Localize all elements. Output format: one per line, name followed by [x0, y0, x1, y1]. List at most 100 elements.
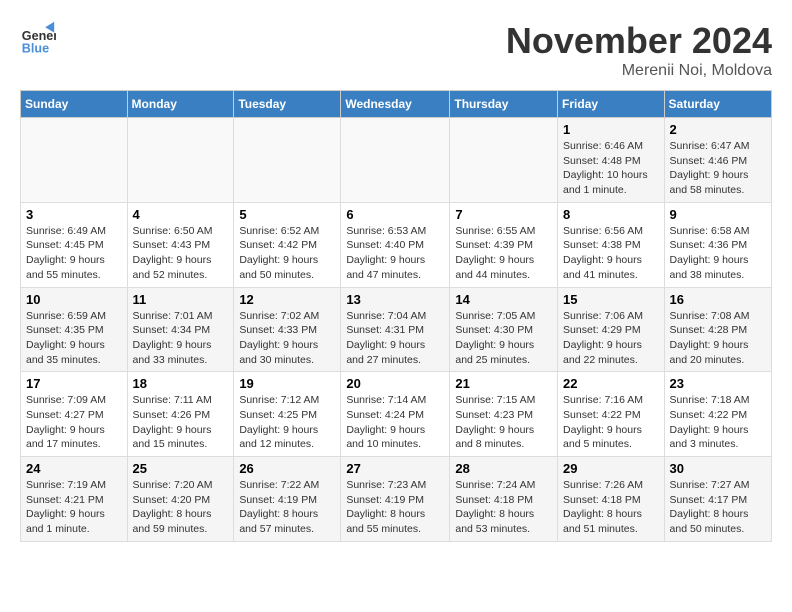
day-number: 30	[670, 461, 766, 476]
logo: General Blue	[20, 20, 56, 56]
logo-icon: General Blue	[20, 20, 56, 56]
calendar-cell: 25 Sunrise: 7:20 AM Sunset: 4:20 PM Dayli…	[127, 457, 234, 542]
day-number: 12	[239, 292, 335, 307]
calendar-cell: 20 Sunrise: 7:14 AM Sunset: 4:24 PM Dayli…	[341, 372, 450, 457]
month-title: November 2024	[506, 20, 772, 62]
day-number: 13	[346, 292, 444, 307]
day-number: 11	[133, 292, 229, 307]
calendar-cell: 3 Sunrise: 6:49 AM Sunset: 4:45 PM Daylig…	[21, 202, 128, 287]
calendar-cell: 1 Sunrise: 6:46 AM Sunset: 4:48 PM Daylig…	[558, 118, 665, 203]
day-number: 8	[563, 207, 659, 222]
day-info: Sunrise: 7:09 AM Sunset: 4:27 PM Dayligh…	[26, 393, 122, 452]
day-info: Sunrise: 6:49 AM Sunset: 4:45 PM Dayligh…	[26, 224, 122, 283]
calendar-cell: 22Sunrise: 7:16 AM Sunset: 4:22 PM Dayli…	[558, 372, 665, 457]
calendar-week-row: 1 Sunrise: 6:46 AM Sunset: 4:48 PM Daylig…	[21, 118, 772, 203]
page-header: General Blue November 2024 Merenii Noi, …	[20, 20, 772, 80]
day-info: Sunrise: 7:16 AM Sunset: 4:22 PM Dayligh…	[563, 393, 659, 452]
calendar-week-row: 10 Sunrise: 6:59 AM Sunset: 4:35 PM Dayli…	[21, 287, 772, 372]
calendar-cell: 4 Sunrise: 6:50 AM Sunset: 4:43 PM Daylig…	[127, 202, 234, 287]
day-number: 2	[670, 122, 766, 137]
day-number: 1	[563, 122, 659, 137]
day-info: Sunrise: 7:18 AM Sunset: 4:22 PM Dayligh…	[670, 393, 766, 452]
calendar-cell: 9 Sunrise: 6:58 AM Sunset: 4:36 PM Daylig…	[664, 202, 771, 287]
calendar-cell: 5 Sunrise: 6:52 AM Sunset: 4:42 PM Daylig…	[234, 202, 341, 287]
calendar-cell: 28Sunrise: 7:24 AM Sunset: 4:18 PM Dayli…	[450, 457, 558, 542]
day-info: Sunrise: 7:27 AM Sunset: 4:17 PM Dayligh…	[670, 478, 766, 537]
day-info: Sunrise: 6:56 AM Sunset: 4:38 PM Dayligh…	[563, 224, 659, 283]
day-number: 3	[26, 207, 122, 222]
calendar-cell: 15 Sunrise: 7:06 AM Sunset: 4:29 PM Dayli…	[558, 287, 665, 372]
calendar-cell: 21Sunrise: 7:15 AM Sunset: 4:23 PM Dayli…	[450, 372, 558, 457]
day-number: 16	[670, 292, 766, 307]
calendar-cell	[450, 118, 558, 203]
day-number: 18	[133, 376, 229, 391]
location-subtitle: Merenii Noi, Moldova	[506, 62, 772, 80]
day-number: 29	[563, 461, 659, 476]
day-number: 27	[346, 461, 444, 476]
calendar-cell: 30 Sunrise: 7:27 AM Sunset: 4:17 PM Dayli…	[664, 457, 771, 542]
calendar-cell: 2 Sunrise: 6:47 AM Sunset: 4:46 PM Daylig…	[664, 118, 771, 203]
day-info: Sunrise: 6:46 AM Sunset: 4:48 PM Dayligh…	[563, 139, 659, 198]
day-info: Sunrise: 7:04 AM Sunset: 4:31 PM Dayligh…	[346, 309, 444, 368]
day-number: 4	[133, 207, 229, 222]
calendar-week-row: 3 Sunrise: 6:49 AM Sunset: 4:45 PM Daylig…	[21, 202, 772, 287]
day-info: Sunrise: 6:59 AM Sunset: 4:35 PM Dayligh…	[26, 309, 122, 368]
calendar-cell: 29 Sunrise: 7:26 AM Sunset: 4:18 PM Dayli…	[558, 457, 665, 542]
day-number: 6	[346, 207, 444, 222]
day-number: 14	[455, 292, 552, 307]
day-info: Sunrise: 6:52 AM Sunset: 4:42 PM Dayligh…	[239, 224, 335, 283]
svg-text:Blue: Blue	[22, 41, 49, 55]
day-number: 9	[670, 207, 766, 222]
calendar-cell: 8 Sunrise: 6:56 AM Sunset: 4:38 PM Daylig…	[558, 202, 665, 287]
day-info: Sunrise: 7:02 AM Sunset: 4:33 PM Dayligh…	[239, 309, 335, 368]
calendar-cell: 10 Sunrise: 6:59 AM Sunset: 4:35 PM Dayli…	[21, 287, 128, 372]
day-number: 10	[26, 292, 122, 307]
calendar-cell: 26Sunrise: 7:22 AM Sunset: 4:19 PM Dayli…	[234, 457, 341, 542]
calendar-week-row: 24 Sunrise: 7:19 AM Sunset: 4:21 PM Dayli…	[21, 457, 772, 542]
day-info: Sunrise: 7:06 AM Sunset: 4:29 PM Dayligh…	[563, 309, 659, 368]
day-info: Sunrise: 7:08 AM Sunset: 4:28 PM Dayligh…	[670, 309, 766, 368]
calendar-cell	[341, 118, 450, 203]
day-info: Sunrise: 6:50 AM Sunset: 4:43 PM Dayligh…	[133, 224, 229, 283]
day-info: Sunrise: 6:53 AM Sunset: 4:40 PM Dayligh…	[346, 224, 444, 283]
weekday-header: Wednesday	[341, 91, 450, 118]
day-info: Sunrise: 7:26 AM Sunset: 4:18 PM Dayligh…	[563, 478, 659, 537]
day-number: 21	[455, 376, 552, 391]
weekday-header: Thursday	[450, 91, 558, 118]
calendar-table: SundayMondayTuesdayWednesdayThursdayFrid…	[20, 90, 772, 542]
weekday-header: Tuesday	[234, 91, 341, 118]
day-info: Sunrise: 7:23 AM Sunset: 4:19 PM Dayligh…	[346, 478, 444, 537]
title-block: November 2024 Merenii Noi, Moldova	[506, 20, 772, 80]
day-info: Sunrise: 7:20 AM Sunset: 4:20 PM Dayligh…	[133, 478, 229, 537]
day-info: Sunrise: 7:05 AM Sunset: 4:30 PM Dayligh…	[455, 309, 552, 368]
day-number: 5	[239, 207, 335, 222]
day-number: 15	[563, 292, 659, 307]
day-number: 20	[346, 376, 444, 391]
day-info: Sunrise: 6:58 AM Sunset: 4:36 PM Dayligh…	[670, 224, 766, 283]
calendar-cell: 13 Sunrise: 7:04 AM Sunset: 4:31 PM Dayli…	[341, 287, 450, 372]
weekday-header: Friday	[558, 91, 665, 118]
calendar-week-row: 17Sunrise: 7:09 AM Sunset: 4:27 PM Dayli…	[21, 372, 772, 457]
calendar-cell: 11 Sunrise: 7:01 AM Sunset: 4:34 PM Dayli…	[127, 287, 234, 372]
day-info: Sunrise: 7:12 AM Sunset: 4:25 PM Dayligh…	[239, 393, 335, 452]
day-number: 24	[26, 461, 122, 476]
weekday-header-row: SundayMondayTuesdayWednesdayThursdayFrid…	[21, 91, 772, 118]
day-info: Sunrise: 6:55 AM Sunset: 4:39 PM Dayligh…	[455, 224, 552, 283]
calendar-cell: 14 Sunrise: 7:05 AM Sunset: 4:30 PM Dayli…	[450, 287, 558, 372]
calendar-cell: 6 Sunrise: 6:53 AM Sunset: 4:40 PM Daylig…	[341, 202, 450, 287]
day-info: Sunrise: 6:47 AM Sunset: 4:46 PM Dayligh…	[670, 139, 766, 198]
calendar-cell	[127, 118, 234, 203]
day-info: Sunrise: 7:19 AM Sunset: 4:21 PM Dayligh…	[26, 478, 122, 537]
weekday-header: Saturday	[664, 91, 771, 118]
calendar-cell: 24 Sunrise: 7:19 AM Sunset: 4:21 PM Dayli…	[21, 457, 128, 542]
day-info: Sunrise: 7:22 AM Sunset: 4:19 PM Dayligh…	[239, 478, 335, 537]
calendar-cell: 16 Sunrise: 7:08 AM Sunset: 4:28 PM Dayli…	[664, 287, 771, 372]
weekday-header: Monday	[127, 91, 234, 118]
calendar-cell: 18Sunrise: 7:11 AM Sunset: 4:26 PM Dayli…	[127, 372, 234, 457]
calendar-cell: 19Sunrise: 7:12 AM Sunset: 4:25 PM Dayli…	[234, 372, 341, 457]
day-info: Sunrise: 7:14 AM Sunset: 4:24 PM Dayligh…	[346, 393, 444, 452]
day-info: Sunrise: 7:01 AM Sunset: 4:34 PM Dayligh…	[133, 309, 229, 368]
day-number: 25	[133, 461, 229, 476]
day-number: 23	[670, 376, 766, 391]
day-number: 7	[455, 207, 552, 222]
